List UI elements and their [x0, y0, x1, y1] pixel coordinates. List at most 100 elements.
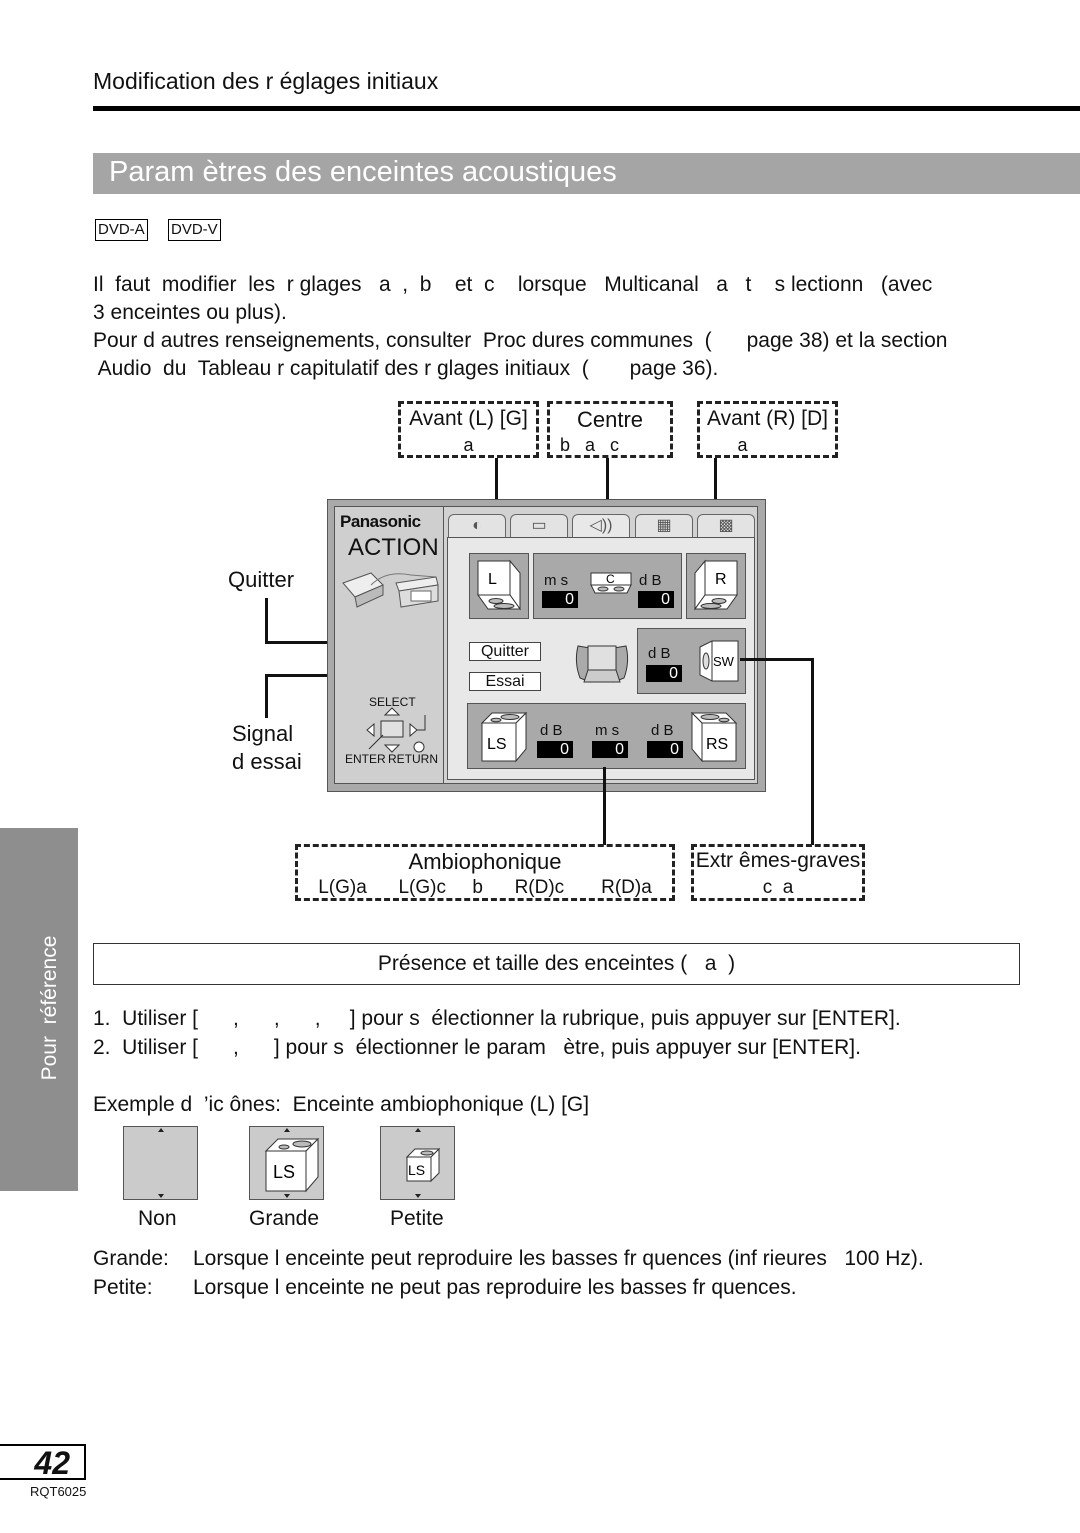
- page-title: Param ètres des enceintes acoustiques: [109, 156, 617, 188]
- callout-sub: a: [737, 435, 748, 455]
- center-ms-value: 0: [542, 591, 578, 608]
- remote-enter-label: ENTER: [345, 752, 386, 766]
- setup-icon: ▦: [656, 517, 672, 534]
- section-header: Modification des r églages initiaux: [93, 68, 439, 94]
- callout-sub: a: [463, 435, 474, 455]
- brand-sub: ACTION: [348, 534, 439, 561]
- speaker-large-icon: LS: [264, 1137, 320, 1193]
- arrow-down-icon: [284, 1194, 290, 1198]
- surround-ms-unit: m s: [595, 722, 620, 739]
- page-number: 42: [0, 1444, 86, 1480]
- label-test-signal-2: d essai: [232, 749, 302, 774]
- speaker-icon: ◁)): [589, 517, 613, 534]
- tab-other[interactable]: ▩: [697, 514, 755, 538]
- tab-display[interactable]: ▭: [510, 514, 568, 538]
- callout-front-right: Avant (R) [D] a: [697, 401, 838, 458]
- speaker-label-c: C: [606, 572, 615, 586]
- callout-title: Extr êmes-graves: [695, 849, 861, 872]
- step-1: 1. Utiliser [ , , , ] pour s électionner…: [93, 1007, 901, 1030]
- brand-logo: Panasonic: [340, 512, 421, 531]
- header-rule: [93, 106, 1080, 111]
- intro-line-3: Pour d autres renseignements, consulter …: [93, 329, 948, 352]
- speaker-panel: L m s 0 C d B 0 R Quitter Essai d B 0 SW…: [447, 537, 755, 780]
- listener-seat-icon: [575, 645, 629, 683]
- center-ms-unit: m s: [544, 572, 569, 589]
- subwoofer-group[interactable]: d B 0 SW: [637, 628, 746, 694]
- grid-icon: ▩: [718, 517, 734, 534]
- ls-db-unit: d B: [540, 722, 563, 739]
- player-illustration-icon: [342, 572, 439, 608]
- test-button[interactable]: Essai: [469, 672, 541, 691]
- arrow-down-icon: [415, 1194, 421, 1198]
- definition-term-large: Grande:: [93, 1247, 169, 1270]
- speaker-front-left-icon: L: [477, 559, 521, 611]
- callout-subwoofer: Extr êmes-graves c a: [691, 844, 865, 901]
- front-right-group[interactable]: R: [686, 553, 746, 619]
- callout-title: Ambiophonique: [408, 849, 562, 874]
- arrow-up-icon: [158, 1128, 164, 1132]
- callout-title: Avant (L) [G]: [409, 407, 528, 430]
- presence-title-box: Présence et taille des enceintes ( a ): [93, 943, 1020, 985]
- speaker-label-rs: RS: [706, 736, 728, 753]
- connector-line: [811, 658, 814, 845]
- callout-title: Centre: [576, 407, 644, 432]
- icon-label-none: Non: [138, 1207, 177, 1230]
- speaker-label-ls: LS: [408, 1162, 425, 1178]
- icon-example-none: [123, 1126, 198, 1200]
- arrow-down-icon: [158, 1194, 164, 1198]
- label-test-signal: Signal: [232, 721, 294, 746]
- arrow-up-icon: [284, 1128, 290, 1132]
- badge-dvd-v: DVD-V: [168, 219, 221, 241]
- speaker-label-ls: LS: [273, 1162, 295, 1182]
- connector-line: [603, 767, 606, 845]
- definition-text-large: Lorsque l enceinte peut reproduire les b…: [193, 1247, 924, 1270]
- screen-left-panel: Panasonic ACTION SELECT ENTER RETURN: [335, 507, 444, 783]
- front-left-group[interactable]: L: [469, 553, 529, 619]
- callout-title: Avant (R) [D]: [707, 407, 828, 430]
- speaker-subwoofer-icon: SW: [699, 640, 739, 682]
- rs-db-unit: d B: [651, 722, 674, 739]
- callout-sub: c a: [762, 877, 794, 898]
- callout-sub: L(G)a L(G)c b R(D)c R(D)a: [318, 877, 652, 898]
- side-tab-label: Pour référence: [38, 935, 61, 1081]
- dpad-icon: [366, 707, 426, 753]
- callout-surround: Ambiophonique L(G)a L(G)c b R(D)c R(D)a: [295, 844, 675, 901]
- title-bar: Param ètres des enceintes acoustiques: [93, 153, 1080, 194]
- center-db-value: 0: [638, 591, 674, 608]
- speaker-label-sw: SW: [713, 654, 735, 669]
- connector-line: [265, 674, 268, 718]
- surround-ms-value: 0: [592, 741, 628, 758]
- label-quit: Quitter: [228, 567, 295, 592]
- sw-db-unit: d B: [648, 645, 671, 662]
- arrow-up-icon: [415, 1128, 421, 1132]
- icon-example-small: LS: [380, 1126, 455, 1200]
- example-label: Exemple d ’ic ônes: Enceinte ambiophoniq…: [93, 1093, 590, 1116]
- speaker-label-ls: LS: [487, 736, 507, 753]
- connector-line: [265, 598, 268, 643]
- connector-line: [740, 658, 814, 661]
- side-tab: Pour référence: [0, 828, 78, 1191]
- tab-setup[interactable]: ▦: [635, 514, 693, 538]
- definition-text-small: Lorsque l enceinte ne peut pas reproduir…: [193, 1276, 797, 1299]
- speaker-surround-left-icon: LS: [480, 711, 528, 763]
- document-code: RQT6025: [30, 1484, 87, 1499]
- badge-dvd-a: DVD-A: [95, 219, 148, 241]
- disc-icon: ◐: [472, 517, 482, 534]
- speaker-setup-screen: Panasonic ACTION SELECT ENTER RETURN ◐ ▭…: [327, 499, 766, 792]
- definition-term-small: Petite:: [93, 1276, 153, 1299]
- callout-sub: b a c: [560, 435, 620, 455]
- tab-disc[interactable]: ◐: [448, 514, 506, 538]
- speaker-label-r: R: [715, 571, 727, 588]
- icon-example-large: LS: [249, 1126, 324, 1200]
- speaker-small-icon: LS: [405, 1147, 441, 1183]
- screen-inner: Panasonic ACTION SELECT ENTER RETURN ◐ ▭…: [334, 506, 758, 784]
- display-icon: ▭: [531, 517, 547, 534]
- remote-return-label: RETURN: [388, 752, 438, 766]
- center-group[interactable]: m s 0 C d B 0: [533, 553, 682, 619]
- center-db-unit: d B: [639, 572, 662, 589]
- icon-label-small: Petite: [390, 1207, 444, 1230]
- quit-button[interactable]: Quitter: [469, 642, 541, 661]
- surround-group[interactable]: LS d B 0 m s 0 d B 0 RS: [467, 703, 746, 769]
- speaker-label-l: L: [488, 571, 497, 588]
- step-2: 2. Utiliser [ , ] pour s électionner le …: [93, 1036, 861, 1059]
